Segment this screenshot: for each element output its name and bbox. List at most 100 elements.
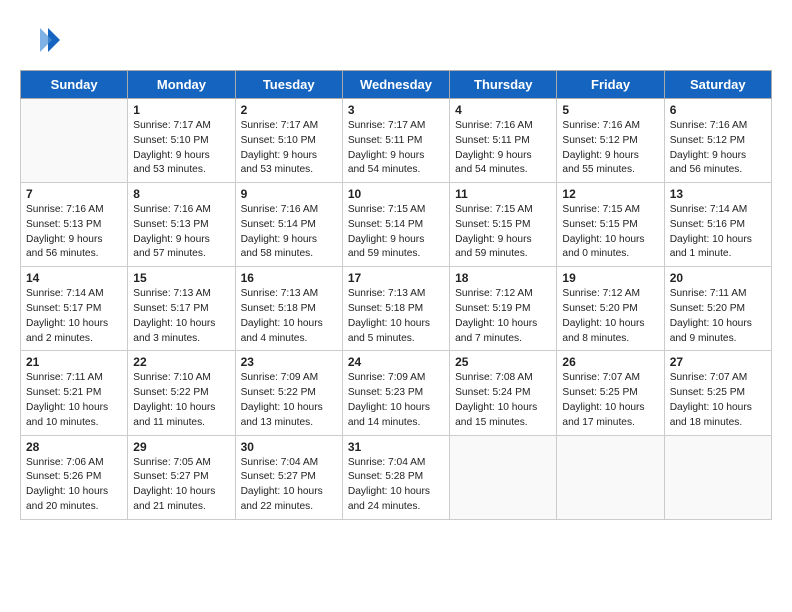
calendar-cell: 6 Sunrise: 7:16 AM Sunset: 5:12 PM Daylig… <box>664 99 771 183</box>
day-number: 4 <box>455 103 551 117</box>
day-number: 25 <box>455 355 551 369</box>
day-number: 9 <box>241 187 337 201</box>
day-number: 11 <box>455 187 551 201</box>
week-row-4: 21 Sunrise: 7:11 AM Sunset: 5:21 PM Dayli… <box>21 351 772 435</box>
day-number: 6 <box>670 103 766 117</box>
calendar-cell: 3 Sunrise: 7:17 AM Sunset: 5:11 PM Daylig… <box>342 99 449 183</box>
calendar-cell: 19Sunrise: 7:12 AM Sunset: 5:20 PM Dayli… <box>557 267 664 351</box>
day-info: Sunrise: 7:11 AM Sunset: 5:20 PM Dayligh… <box>670 287 766 346</box>
calendar-cell <box>21 99 128 183</box>
page-header <box>20 20 772 60</box>
day-info: Sunrise: 7:17 AM Sunset: 5:10 PM Dayligh… <box>133 119 229 178</box>
day-number: 3 <box>348 103 444 117</box>
calendar-cell: 12 Sunrise: 7:15 AM Sunset: 5:15 PM Dayli… <box>557 183 664 267</box>
calendar-cell: 28Sunrise: 7:06 AM Sunset: 5:26 PM Dayli… <box>21 435 128 519</box>
calendar-cell: 17 Sunrise: 7:13 AM Sunset: 5:18 PM Dayli… <box>342 267 449 351</box>
day-info: Sunrise: 7:16 AM Sunset: 5:12 PM Dayligh… <box>670 119 766 178</box>
calendar-cell: 30 Sunrise: 7:04 AM Sunset: 5:27 PM Dayli… <box>235 435 342 519</box>
calendar-cell: 5 Sunrise: 7:16 AM Sunset: 5:12 PM Daylig… <box>557 99 664 183</box>
day-info: Sunrise: 7:16 AM Sunset: 5:14 PM Dayligh… <box>241 203 337 262</box>
calendar-cell: 31 Sunrise: 7:04 AM Sunset: 5:28 PM Dayli… <box>342 435 449 519</box>
day-number: 24 <box>348 355 444 369</box>
day-number: 7 <box>26 187 122 201</box>
day-number: 22 <box>133 355 229 369</box>
day-number: 2 <box>241 103 337 117</box>
day-number: 26 <box>562 355 658 369</box>
day-info: Sunrise: 7:05 AM Sunset: 5:27 PM Dayligh… <box>133 456 229 515</box>
day-number: 19 <box>562 271 658 285</box>
calendar-cell: 4 Sunrise: 7:16 AM Sunset: 5:11 PM Daylig… <box>450 99 557 183</box>
day-info: Sunrise: 7:16 AM Sunset: 5:13 PM Dayligh… <box>133 203 229 262</box>
day-number: 13 <box>670 187 766 201</box>
day-info: Sunrise: 7:17 AM Sunset: 5:10 PM Dayligh… <box>241 119 337 178</box>
calendar-cell: 14 Sunrise: 7:14 AM Sunset: 5:17 PM Dayli… <box>21 267 128 351</box>
day-number: 8 <box>133 187 229 201</box>
day-info: Sunrise: 7:15 AM Sunset: 5:15 PM Dayligh… <box>562 203 658 262</box>
day-info: Sunrise: 7:16 AM Sunset: 5:12 PM Dayligh… <box>562 119 658 178</box>
logo-icon <box>20 20 60 60</box>
calendar-cell: 10 Sunrise: 7:15 AM Sunset: 5:14 PM Dayli… <box>342 183 449 267</box>
calendar-cell: 20 Sunrise: 7:11 AM Sunset: 5:20 PM Dayli… <box>664 267 771 351</box>
calendar-cell: 25 Sunrise: 7:08 AM Sunset: 5:24 PM Dayli… <box>450 351 557 435</box>
calendar-cell: 8 Sunrise: 7:16 AM Sunset: 5:13 PM Daylig… <box>128 183 235 267</box>
weekday-header-wednesday: Wednesday <box>342 71 449 99</box>
day-info: Sunrise: 7:09 AM Sunset: 5:22 PM Dayligh… <box>241 371 337 430</box>
weekday-header-friday: Friday <box>557 71 664 99</box>
day-info: Sunrise: 7:15 AM Sunset: 5:14 PM Dayligh… <box>348 203 444 262</box>
week-row-5: 28Sunrise: 7:06 AM Sunset: 5:26 PM Dayli… <box>21 435 772 519</box>
weekday-header-row: SundayMondayTuesdayWednesdayThursdayFrid… <box>21 71 772 99</box>
day-number: 10 <box>348 187 444 201</box>
weekday-header-thursday: Thursday <box>450 71 557 99</box>
day-number: 27 <box>670 355 766 369</box>
day-info: Sunrise: 7:08 AM Sunset: 5:24 PM Dayligh… <box>455 371 551 430</box>
day-number: 30 <box>241 440 337 454</box>
day-info: Sunrise: 7:13 AM Sunset: 5:18 PM Dayligh… <box>241 287 337 346</box>
day-info: Sunrise: 7:17 AM Sunset: 5:11 PM Dayligh… <box>348 119 444 178</box>
day-number: 31 <box>348 440 444 454</box>
weekday-header-saturday: Saturday <box>664 71 771 99</box>
day-info: Sunrise: 7:04 AM Sunset: 5:27 PM Dayligh… <box>241 456 337 515</box>
calendar-cell <box>557 435 664 519</box>
calendar-cell: 15Sunrise: 7:13 AM Sunset: 5:17 PM Dayli… <box>128 267 235 351</box>
day-number: 18 <box>455 271 551 285</box>
day-info: Sunrise: 7:16 AM Sunset: 5:11 PM Dayligh… <box>455 119 551 178</box>
calendar-cell: 13Sunrise: 7:14 AM Sunset: 5:16 PM Dayli… <box>664 183 771 267</box>
calendar-cell: 18Sunrise: 7:12 AM Sunset: 5:19 PM Dayli… <box>450 267 557 351</box>
day-number: 15 <box>133 271 229 285</box>
day-number: 20 <box>670 271 766 285</box>
day-info: Sunrise: 7:13 AM Sunset: 5:18 PM Dayligh… <box>348 287 444 346</box>
calendar-cell: 21 Sunrise: 7:11 AM Sunset: 5:21 PM Dayli… <box>21 351 128 435</box>
calendar-cell <box>664 435 771 519</box>
day-number: 17 <box>348 271 444 285</box>
day-number: 12 <box>562 187 658 201</box>
calendar-cell: 7Sunrise: 7:16 AM Sunset: 5:13 PM Daylig… <box>21 183 128 267</box>
calendar-cell: 23Sunrise: 7:09 AM Sunset: 5:22 PM Dayli… <box>235 351 342 435</box>
calendar-cell: 2 Sunrise: 7:17 AM Sunset: 5:10 PM Daylig… <box>235 99 342 183</box>
day-number: 1 <box>133 103 229 117</box>
day-info: Sunrise: 7:14 AM Sunset: 5:17 PM Dayligh… <box>26 287 122 346</box>
calendar-cell: 1 Sunrise: 7:17 AM Sunset: 5:10 PM Daylig… <box>128 99 235 183</box>
day-number: 5 <box>562 103 658 117</box>
day-info: Sunrise: 7:15 AM Sunset: 5:15 PM Dayligh… <box>455 203 551 262</box>
calendar-cell: 24Sunrise: 7:09 AM Sunset: 5:23 PM Dayli… <box>342 351 449 435</box>
day-info: Sunrise: 7:10 AM Sunset: 5:22 PM Dayligh… <box>133 371 229 430</box>
logo <box>20 20 64 60</box>
calendar-table: SundayMondayTuesdayWednesdayThursdayFrid… <box>20 70 772 520</box>
day-info: Sunrise: 7:07 AM Sunset: 5:25 PM Dayligh… <box>562 371 658 430</box>
day-info: Sunrise: 7:07 AM Sunset: 5:25 PM Dayligh… <box>670 371 766 430</box>
day-info: Sunrise: 7:04 AM Sunset: 5:28 PM Dayligh… <box>348 456 444 515</box>
day-number: 28 <box>26 440 122 454</box>
weekday-header-monday: Monday <box>128 71 235 99</box>
week-row-1: 1 Sunrise: 7:17 AM Sunset: 5:10 PM Daylig… <box>21 99 772 183</box>
calendar-cell <box>450 435 557 519</box>
weekday-header-tuesday: Tuesday <box>235 71 342 99</box>
calendar-cell: 16Sunrise: 7:13 AM Sunset: 5:18 PM Dayli… <box>235 267 342 351</box>
calendar-cell: 26 Sunrise: 7:07 AM Sunset: 5:25 PM Dayli… <box>557 351 664 435</box>
day-number: 21 <box>26 355 122 369</box>
calendar-cell: 29Sunrise: 7:05 AM Sunset: 5:27 PM Dayli… <box>128 435 235 519</box>
day-number: 14 <box>26 271 122 285</box>
week-row-3: 14 Sunrise: 7:14 AM Sunset: 5:17 PM Dayli… <box>21 267 772 351</box>
calendar-cell: 11 Sunrise: 7:15 AM Sunset: 5:15 PM Dayli… <box>450 183 557 267</box>
calendar-cell: 27 Sunrise: 7:07 AM Sunset: 5:25 PM Dayli… <box>664 351 771 435</box>
day-info: Sunrise: 7:11 AM Sunset: 5:21 PM Dayligh… <box>26 371 122 430</box>
